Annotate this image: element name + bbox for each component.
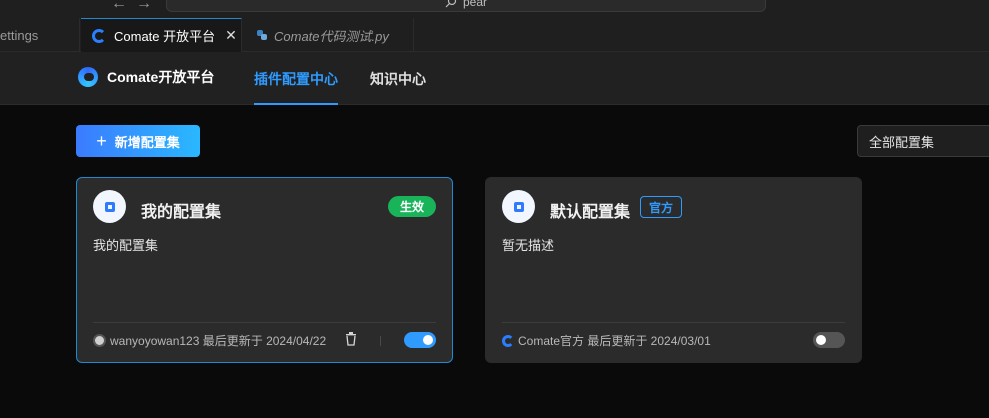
close-icon[interactable]: ✕ bbox=[225, 27, 237, 44]
brand-name: Comate开放平台 bbox=[107, 69, 215, 85]
enable-toggle[interactable] bbox=[813, 332, 845, 348]
card-title: 我的配置集 bbox=[141, 204, 222, 221]
official-badge: 官方 bbox=[640, 196, 682, 218]
search-text: pear bbox=[462, 0, 488, 9]
card-meta: wanyoyowan123 最后更新于 2024/04/22 bbox=[93, 332, 326, 349]
editor-tab-bar: ettings Comate 开放平台 ✕ Comate代码测试.py bbox=[0, 18, 989, 52]
tab-label: Comate 开放平台 bbox=[114, 29, 216, 44]
plus-icon: + bbox=[96, 130, 107, 151]
divider bbox=[380, 336, 381, 346]
config-set-icon bbox=[93, 190, 126, 223]
enable-toggle[interactable] bbox=[404, 332, 436, 348]
card-description: 暂无描述 bbox=[502, 238, 555, 253]
brand[interactable]: Comate开放平台 bbox=[78, 67, 214, 87]
nav-label: 知识中心 bbox=[370, 70, 426, 87]
tab-python-file[interactable]: Comate代码测试.py bbox=[243, 18, 414, 52]
command-search-box[interactable]: pear bbox=[166, 0, 766, 12]
tab-comate-platform[interactable]: Comate 开放平台 ✕ bbox=[81, 18, 242, 52]
card-meta: Comate官方 最后更新于 2024/03/01 bbox=[502, 332, 711, 349]
title-bar: ← → pear bbox=[0, 0, 989, 18]
status-badge: 生效 bbox=[388, 196, 436, 217]
back-arrow-icon[interactable]: ← bbox=[111, 0, 127, 13]
config-set-filter-select[interactable]: 全部配置集 bbox=[857, 125, 989, 157]
card-meta-text: wanyoyowan123 最后更新于 2024/04/22 bbox=[110, 334, 327, 348]
tab-label: ettings bbox=[0, 27, 39, 43]
nav-label: 插件配置中心 bbox=[254, 70, 338, 87]
cube-icon bbox=[513, 201, 524, 212]
trash-icon[interactable] bbox=[345, 332, 357, 346]
card-meta-text: Comate官方 最后更新于 2024/03/01 bbox=[518, 334, 711, 348]
nav-plugin-config-center[interactable]: 插件配置中心 bbox=[254, 52, 338, 105]
comate-logo-icon bbox=[78, 67, 98, 87]
add-button-label: 新增配置集 bbox=[114, 134, 180, 150]
config-set-card[interactable]: 默认配置集 官方 暂无描述 Comate官方 最后更新于 2024/03/01 bbox=[485, 177, 862, 363]
cube-icon bbox=[104, 201, 115, 212]
config-set-card[interactable]: 我的配置集 生效 我的配置集 wanyoyowan123 最后更新于 2024/… bbox=[76, 177, 453, 363]
add-config-set-button[interactable]: + 新增配置集 bbox=[76, 125, 200, 157]
card-description: 我的配置集 bbox=[93, 238, 159, 253]
filter-value: 全部配置集 bbox=[869, 134, 935, 150]
card-title: 默认配置集 bbox=[550, 204, 631, 221]
tab-label: Comate代码测试.py bbox=[274, 28, 389, 44]
tab-settings[interactable]: ettings bbox=[0, 18, 80, 52]
search-icon bbox=[445, 0, 457, 8]
config-set-icon bbox=[502, 190, 535, 223]
nav-knowledge-center[interactable]: 知识中心 bbox=[370, 52, 426, 105]
main-content: + 新增配置集 全部配置集 我的配置集 生效 我的配置集 wanyoyowan1… bbox=[0, 106, 989, 418]
avatar bbox=[93, 334, 106, 347]
toggle-knob bbox=[816, 335, 826, 345]
divider bbox=[93, 322, 436, 323]
python-file-icon bbox=[257, 30, 267, 40]
comate-logo-icon bbox=[502, 334, 514, 347]
comate-logo-icon bbox=[92, 28, 106, 43]
toggle-knob bbox=[423, 335, 433, 345]
platform-header: Comate开放平台 插件配置中心 知识中心 bbox=[0, 52, 989, 105]
divider bbox=[502, 322, 845, 323]
forward-arrow-icon[interactable]: → bbox=[136, 0, 152, 13]
